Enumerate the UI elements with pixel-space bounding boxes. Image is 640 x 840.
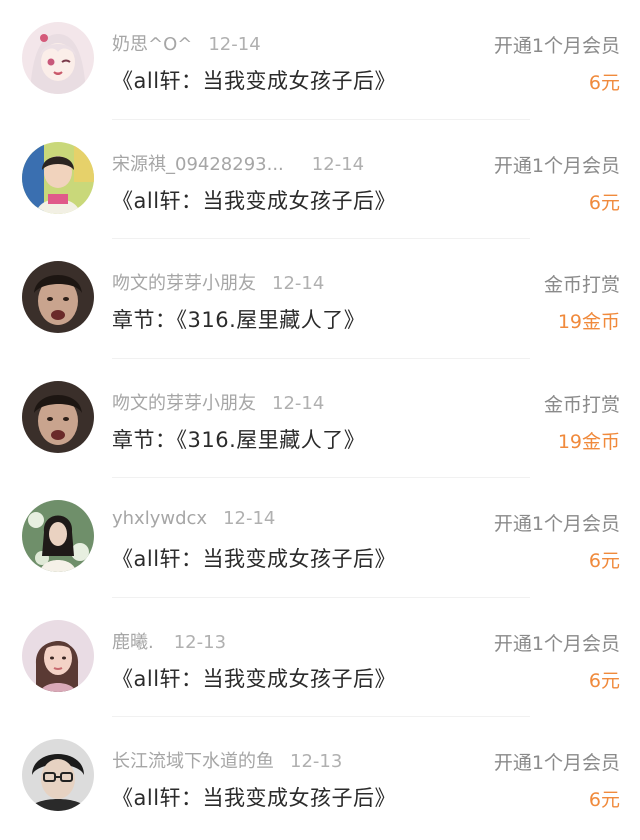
user-meta: 宋源祺_09428293... 12-14 (112, 150, 364, 176)
username[interactable]: 奶思^O^ (112, 34, 192, 55)
item-title: 《all轩：当我变成女孩子后》 (112, 666, 397, 691)
list-item[interactable]: 鹿曦. 12-13 《all轩：当我变成女孩子后》 开通1个月会员 6元 (0, 598, 640, 717)
item-title: 章节：《316.屋里藏人了》 (112, 308, 366, 332)
username[interactable]: 吻文的芽芽小朋友 (112, 273, 256, 294)
list-item[interactable]: 吻文的芽芽小朋友 12-14 章节：《316.屋里藏人了》 金币打赏 19金币 (0, 239, 640, 359)
transaction-amount: 6元 (588, 669, 620, 692)
transaction-amount: 6元 (588, 191, 620, 214)
person-photo-avatar-icon (22, 619, 94, 692)
date: 12-13 (290, 751, 343, 772)
transaction-type: 开通1个月会员 (493, 632, 620, 655)
date: 12-14 (311, 153, 365, 175)
transaction-amount: 19金币 (557, 311, 620, 333)
item-title: 《all轩：当我变成女孩子后》 (112, 547, 397, 571)
anime-girl-avatar-icon (22, 22, 94, 94)
user-meta: yhxlywdcx 12-14 (112, 508, 275, 529)
avatar[interactable] (22, 22, 94, 94)
avatar[interactable] (22, 141, 94, 214)
transaction-type: 金币打赏 (543, 274, 620, 296)
avatar[interactable] (22, 261, 94, 333)
transaction-type: 开通1个月会员 (493, 513, 620, 535)
avatar[interactable] (22, 380, 94, 453)
transaction-amount: 6元 (588, 550, 620, 572)
username[interactable]: yhxlywdcx (112, 508, 207, 529)
date: 12-13 (173, 631, 227, 653)
list-item[interactable]: 吻文的芽芽小朋友 12-14 章节：《316.屋里藏人了》 金币打赏 19金币 (0, 359, 640, 478)
list-item[interactable]: 长江流域下水道的鱼 12-13 《all轩：当我变成女孩子后》 开通1个月会员 6… (0, 717, 640, 837)
avatar[interactable] (22, 500, 94, 572)
username[interactable]: 鹿曦. (112, 632, 154, 653)
list-item[interactable]: 宋源祺_09428293... 12-14 《all轩：当我变成女孩子后》 开通1… (0, 120, 640, 239)
person-photo-avatar-icon (22, 500, 94, 572)
person-photo-avatar-icon (22, 739, 94, 811)
user-meta: 长江流域下水道的鱼 12-13 (112, 747, 342, 773)
transaction-type: 开通1个月会员 (493, 752, 620, 774)
item-title: 《all轩：当我变成女孩子后》 (112, 69, 397, 93)
transaction-amount: 6元 (588, 72, 620, 94)
list-item[interactable]: 奶思^O^ 12-14 《all轩：当我变成女孩子后》 开通1个月会员 6元 (0, 0, 640, 120)
username[interactable]: 吻文的芽芽小朋友 (112, 393, 256, 414)
date: 12-14 (272, 392, 325, 414)
transaction-list: 奶思^O^ 12-14 《all轩：当我变成女孩子后》 开通1个月会员 6元 宋源… (0, 0, 640, 837)
transaction-type: 金币打赏 (543, 393, 620, 416)
date: 12-14 (272, 273, 325, 294)
username[interactable]: 长江流域下水道的鱼 (112, 751, 274, 772)
item-title: 章节：《316.屋里藏人了》 (112, 427, 366, 452)
user-meta: 鹿曦. 12-13 (112, 628, 226, 654)
username[interactable]: 宋源祺_09428293... (112, 154, 284, 175)
item-title: 《all轩：当我变成女孩子后》 (112, 188, 397, 213)
transaction-type: 开通1个月会员 (493, 35, 620, 57)
date: 12-14 (208, 34, 261, 55)
transaction-type: 开通1个月会员 (493, 154, 620, 177)
user-meta: 吻文的芽芽小朋友 12-14 (112, 389, 324, 415)
user-meta: 奶思^O^ 12-14 (112, 30, 261, 56)
user-meta: 吻文的芽芽小朋友 12-14 (112, 269, 324, 295)
transaction-amount: 6元 (588, 789, 620, 811)
person-photo-avatar-icon (22, 141, 94, 214)
date: 12-14 (223, 508, 276, 529)
avatar[interactable] (22, 619, 94, 692)
list-item[interactable]: yhxlywdcx 12-14 《all轩：当我变成女孩子后》 开通1个月会员 6… (0, 478, 640, 598)
person-photo-avatar-icon (22, 261, 94, 333)
transaction-amount: 19金币 (557, 430, 620, 453)
item-title: 《all轩：当我变成女孩子后》 (112, 786, 397, 810)
avatar[interactable] (22, 739, 94, 811)
person-photo-avatar-icon (22, 380, 94, 453)
